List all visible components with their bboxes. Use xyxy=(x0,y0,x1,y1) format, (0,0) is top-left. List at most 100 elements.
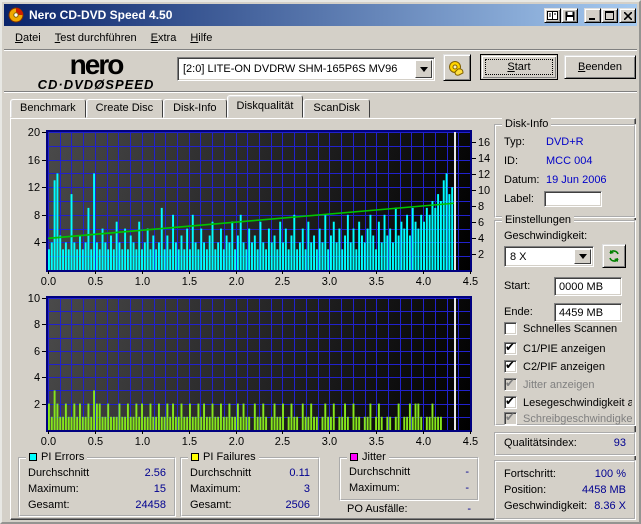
stat-label: Durchschnitt xyxy=(349,466,411,478)
menu-hilfe[interactable]: Hilfe xyxy=(183,30,219,46)
pi-errors-color-swatch xyxy=(29,453,37,461)
scan-start-label: Start: xyxy=(504,280,531,292)
nero-logo-text: nero xyxy=(69,49,125,80)
stat-label: Maximum: xyxy=(28,483,79,495)
checkbox-jitter-anzeigen: Jitter anzeigen xyxy=(504,378,632,391)
disk-date-label: Datum: xyxy=(504,174,540,186)
progress-panel: Fortschritt: 100 % Position: 4458 MB Gesch… xyxy=(494,460,636,520)
maximize-button[interactable] xyxy=(601,8,618,23)
quality-index-label: Qualitätsindex: xyxy=(504,437,577,449)
app-window: Nero CD-DVD Speed 4.50 Datei Test durchf… xyxy=(0,0,641,524)
progress-value: 100 % xyxy=(594,468,626,480)
maximize-icon xyxy=(605,11,614,20)
po-failures-value: - xyxy=(467,503,471,515)
stat-value: 3 xyxy=(303,483,310,495)
close-button[interactable] xyxy=(619,8,636,23)
tab-diskqualitaet[interactable]: Diskqualität xyxy=(226,95,304,118)
pi-errors-chart xyxy=(18,122,494,290)
stat-value: - xyxy=(465,466,469,478)
jitter-color-swatch xyxy=(350,453,358,461)
checkbox-lesegeschwindigkeit[interactable]: Lesegeschwindigkeit a xyxy=(504,396,632,409)
quit-button-label: Beenden xyxy=(577,61,623,73)
report-button[interactable] xyxy=(544,8,561,23)
stat-label: Maximum: xyxy=(190,483,241,495)
tab-disk-info[interactable]: Disk-Info xyxy=(163,99,227,118)
stat-label: Gesamt: xyxy=(28,499,70,511)
pi-failures-chart xyxy=(18,290,494,450)
progress-label: Fortschritt: xyxy=(504,468,556,480)
title-bar: Nero CD-DVD Speed 4.50 xyxy=(4,4,637,26)
menu-extra[interactable]: Extra xyxy=(144,30,184,46)
menu-test-durchfuehren[interactable]: Test durchführen xyxy=(48,30,144,46)
stat-value: 15 xyxy=(153,483,166,495)
pi-failures-color-swatch xyxy=(191,453,199,461)
scan-end-label: Ende: xyxy=(504,306,533,318)
save-button[interactable] xyxy=(561,8,578,23)
disk-label-field[interactable] xyxy=(544,191,602,207)
speed-label: Geschwindigkeit: xyxy=(504,230,588,242)
scan-start-input[interactable] xyxy=(554,277,622,296)
toolbar-separator xyxy=(4,91,637,93)
menu-bar: Datei Test durchführen Extra Hilfe xyxy=(4,28,637,48)
eject-icon xyxy=(449,60,464,76)
tab-bar: Benchmark Create Disc Disk-Info Diskqualitä… xyxy=(10,95,370,119)
cdspeed-logo-text: CD·DVDØSPEED xyxy=(37,77,155,92)
eject-button[interactable] xyxy=(443,54,471,81)
minimize-icon xyxy=(588,18,595,20)
stat-value: 0.11 xyxy=(289,467,310,479)
stat-label: Durchschnitt xyxy=(190,467,252,479)
pi-errors-stats-panel: PI Errors Durchschnitt 2.56 Maximum: 15 Ge… xyxy=(18,451,176,517)
window-title: Nero CD-DVD Speed 4.50 xyxy=(29,8,173,22)
disk-date-value: 19 Jun 2006 xyxy=(546,174,607,186)
tab-create-disc[interactable]: Create Disc xyxy=(85,99,164,118)
quality-index-panel: Qualitätsindex: 93 xyxy=(494,432,636,456)
refresh-icon xyxy=(609,250,619,262)
disk-label-label: Label: xyxy=(504,193,534,205)
checkbox-c2-pif-anzeigen[interactable]: C2/PIF anzeigen xyxy=(504,360,632,373)
checkbox-schreibgeschwindigkeit: Schreibgeschwindigke xyxy=(504,412,632,425)
tab-scandisk[interactable]: ScanDisk xyxy=(303,99,370,118)
disk-type-label: Typ: xyxy=(504,136,525,148)
quit-button[interactable]: Beenden xyxy=(564,55,636,79)
disk-id-label: ID: xyxy=(504,155,519,167)
checkbox-c1-pie-anzeigen[interactable]: C1/PIE anzeigen xyxy=(504,342,632,355)
settings-title: Einstellungen xyxy=(502,214,575,226)
menu-datei[interactable]: Datei xyxy=(8,30,48,46)
chevron-down-icon[interactable] xyxy=(415,60,432,78)
refresh-button[interactable] xyxy=(602,244,626,268)
start-button-label: Start xyxy=(507,61,531,73)
stat-value: - xyxy=(465,482,469,494)
disk-info-title: Disk-Info xyxy=(502,118,552,130)
pi-failures-stats-title: PI Failures xyxy=(203,451,256,463)
drive-select[interactable]: [2:0] LITE-ON DVDRW SHM-165P6S MV96 xyxy=(177,57,435,81)
position-value: 4458 MB xyxy=(581,484,626,496)
pi-errors-stats-title: PI Errors xyxy=(41,451,85,463)
po-failures-label: PO Ausfälle: xyxy=(347,503,408,515)
floppy-icon xyxy=(565,11,574,21)
disk-type-value: DVD+R xyxy=(546,136,584,148)
speed-readout-label: Geschwindigkeit: xyxy=(504,500,588,512)
checkbox-schnelles-scannen[interactable]: Schnelles Scannen xyxy=(504,322,632,335)
stat-value: 24458 xyxy=(135,499,166,511)
stat-value: 2.56 xyxy=(144,467,166,479)
tab-benchmark[interactable]: Benchmark xyxy=(10,99,86,118)
disk-id-value: MCC 004 xyxy=(546,155,593,167)
stat-label: Durchschnitt xyxy=(28,467,90,479)
stat-value: 2506 xyxy=(285,499,310,511)
panels-icon xyxy=(547,11,558,20)
close-icon xyxy=(623,11,632,20)
jitter-stats-panel: Jitter Durchschnitt - Maximum: - xyxy=(339,451,479,501)
chevron-down-icon[interactable] xyxy=(574,249,591,264)
scan-end-input[interactable] xyxy=(554,303,622,322)
speed-select-value: 8 X xyxy=(510,250,527,263)
speed-readout-value: 8.36 X xyxy=(594,500,626,512)
stat-label: Gesamt: xyxy=(190,499,232,511)
disk-info-panel: Disk-Info Typ: DVD+R ID: MCC 004 Datum: 19 … xyxy=(494,118,636,218)
po-failures-row: PO Ausfälle: - xyxy=(347,503,471,515)
start-button[interactable]: Start xyxy=(480,54,558,80)
settings-panel: Einstellungen Geschwindigkeit: 8 X Start… xyxy=(494,214,636,426)
minimize-button[interactable] xyxy=(584,8,601,23)
app-icon xyxy=(8,7,24,23)
speed-select[interactable]: 8 X xyxy=(504,246,594,267)
position-label: Position: xyxy=(504,484,547,496)
